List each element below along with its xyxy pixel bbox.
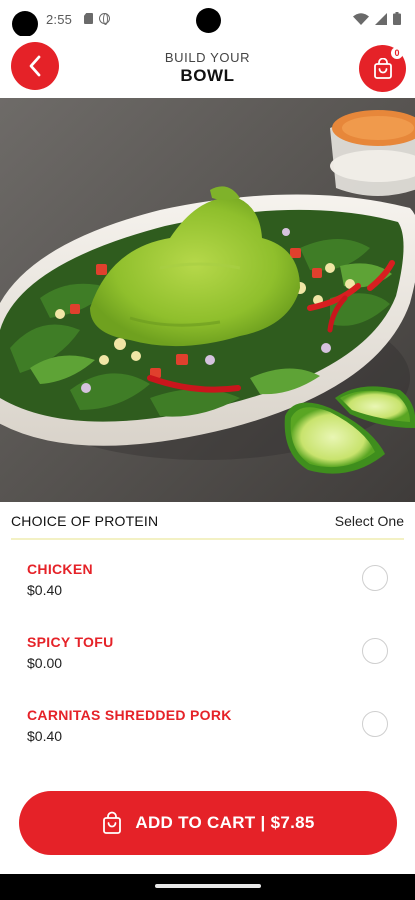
shopping-bag-icon: [103, 811, 122, 834]
status-bar: 2:55: [0, 0, 415, 37]
globe-icon: [99, 13, 110, 25]
radio-button[interactable]: [362, 638, 388, 664]
section-hint: Select One: [334, 513, 404, 529]
system-nav-bar: [0, 874, 415, 900]
protein-section-header: CHOICE OF PROTEIN Select One: [0, 502, 415, 540]
hero-image: [0, 98, 415, 502]
radio-button[interactable]: [362, 565, 388, 591]
add-to-cart-label: ADD TO CART | $7.85: [135, 813, 315, 832]
wifi-icon: [353, 12, 369, 25]
signal-icon: [375, 12, 387, 25]
top-header: BUILD YOUR BOWL 0: [0, 36, 415, 98]
option-price: $0.40: [27, 582, 63, 598]
status-time: 2:55: [46, 12, 73, 27]
header-subtitle: BUILD YOUR: [164, 50, 251, 65]
home-indicator[interactable]: [155, 884, 261, 888]
option-spicy-tofu[interactable]: SPICY TOFU $0.00: [0, 621, 415, 694]
section-title: CHOICE OF PROTEIN: [11, 513, 159, 529]
cart-button[interactable]: 0: [359, 45, 406, 92]
option-price: $0.40: [27, 728, 63, 744]
burrito-bowl-illustration: [0, 98, 415, 502]
cart-count-badge: 0: [391, 47, 403, 59]
camera-cutout-center: [196, 8, 221, 33]
option-carnitas[interactable]: CARNITAS SHREDDED PORK $0.40: [0, 694, 415, 767]
camera-cutout-left: [12, 11, 38, 37]
sd-card-icon: [84, 13, 93, 24]
shopping-bag-icon: [373, 57, 392, 79]
section-divider: [11, 538, 404, 540]
page-title: BOWL: [180, 66, 235, 85]
battery-icon: [393, 12, 401, 25]
radio-button[interactable]: [362, 711, 388, 737]
option-chicken[interactable]: CHICKEN $0.40: [0, 548, 415, 621]
option-price: $0.00: [27, 655, 63, 671]
option-name: CARNITAS SHREDDED PORK: [27, 707, 232, 723]
protein-option-list: CHICKEN $0.40 SPICY TOFU $0.00 CARNITAS …: [0, 548, 415, 767]
option-name: SPICY TOFU: [27, 634, 114, 650]
add-to-cart-button[interactable]: ADD TO CART | $7.85: [19, 791, 397, 855]
option-name: CHICKEN: [27, 561, 93, 577]
